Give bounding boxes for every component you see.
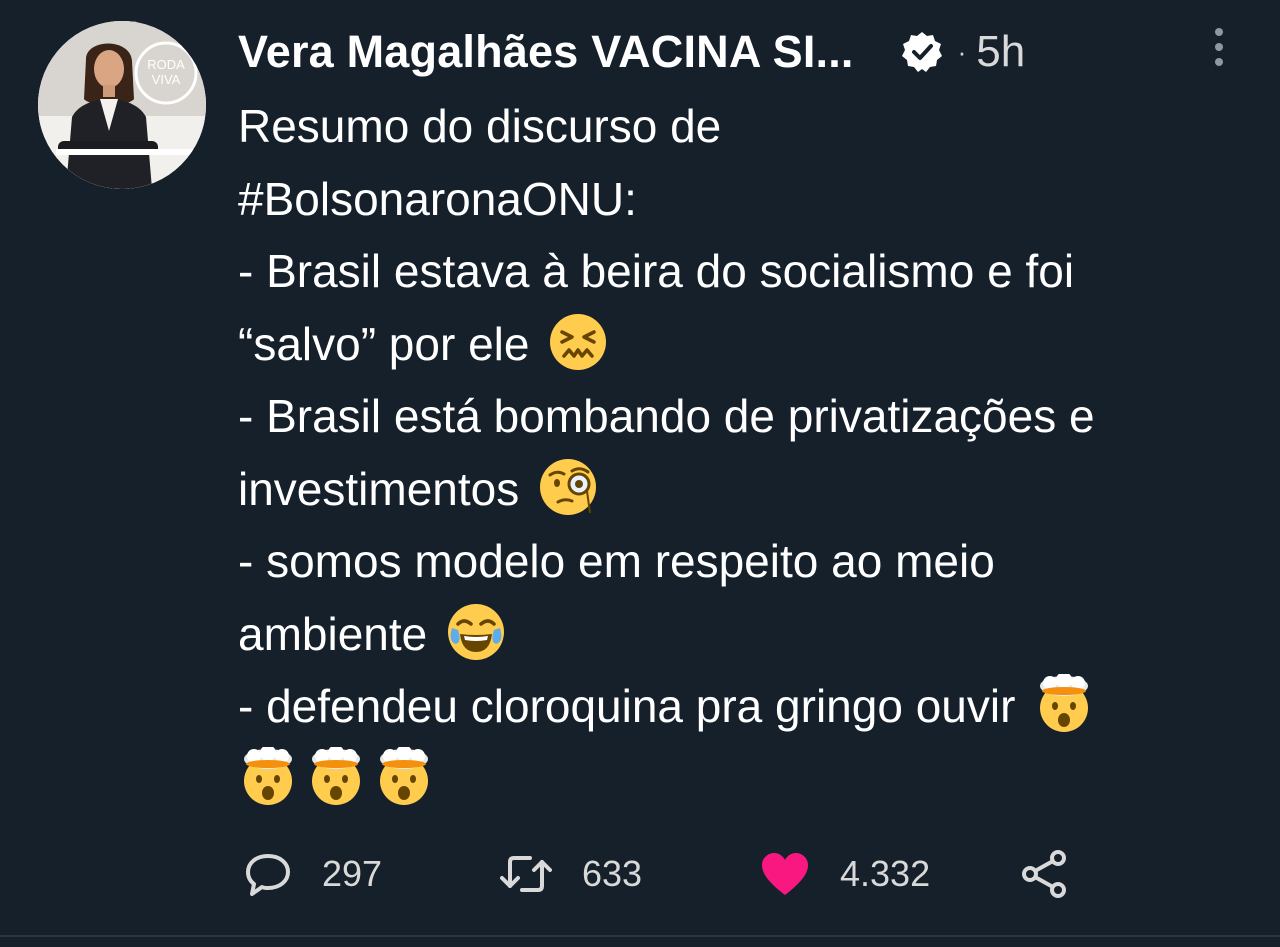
avatar-badge-text-2: VIVA — [152, 72, 181, 87]
author-display-name[interactable]: Vera Magalhães VACINA SI... — [238, 26, 854, 78]
tweet-timestamp[interactable]: 5h — [976, 27, 1025, 77]
tweet-line-9: - defendeu cloroquina pra gringo ouvir — [238, 670, 1268, 743]
tweet-line-4: “salvo” por ele — [238, 308, 1268, 381]
hashtag-link[interactable]: #BolsonaronaONU — [238, 173, 624, 225]
face-with-tears-of-joy-icon — [446, 602, 506, 662]
tweet-line-8: ambiente — [238, 598, 1268, 671]
tweet-line-3: - Brasil estava à beira do socialismo e … — [238, 245, 1075, 297]
tweet-line-10 — [238, 743, 1268, 816]
exploding-head-icon — [374, 744, 434, 807]
tweet-line-6: investimentos — [238, 453, 1268, 526]
tweet-line-1: Resumo do discurso de — [238, 100, 722, 152]
retweet-button[interactable]: 633 — [500, 846, 642, 902]
exploding-head-icon — [1034, 672, 1094, 734]
confounded-face-icon — [548, 312, 608, 372]
tweet-actions: 297 633 4.332 — [0, 846, 1280, 902]
reply-count: 297 — [322, 853, 383, 894]
time-separator: · — [957, 36, 967, 67]
like-icon — [760, 851, 810, 897]
retweet-icon — [500, 850, 552, 898]
share-icon — [1018, 848, 1070, 900]
tweet-header: Vera Magalhães VACINA SI... · 5h — [238, 24, 1025, 80]
exploding-head-icon — [238, 744, 298, 807]
tweet-card[interactable]: RODA VIVA Vera Magalhães VACINA SI... · … — [0, 0, 1280, 947]
reply-button[interactable]: 297 — [244, 846, 382, 902]
avatar-badge-text-1: RODA — [147, 57, 185, 72]
exploding-head-icon — [306, 744, 366, 807]
tweet-line-8-text: ambiente — [238, 607, 428, 660]
tweet-text: Resumo do discurso de #BolsonaronaONU: -… — [238, 90, 1268, 815]
hashtag-suffix: : — [624, 172, 637, 225]
retweet-count: 633 — [582, 853, 643, 894]
tweet-line-4-text: “salvo” por ele — [238, 317, 530, 370]
reply-icon — [244, 850, 292, 898]
tweet-line-9-text: - defendeu cloroquina pra gringo ouvir — [238, 680, 1016, 732]
tweet-line-6-text: investimentos — [238, 462, 520, 515]
tweet-line-2: #BolsonaronaONU: — [238, 163, 1268, 236]
face-with-monocle-icon — [538, 457, 598, 517]
tweet-line-7: - somos modelo em respeito ao meio — [238, 535, 995, 587]
verified-badge-icon — [900, 30, 944, 74]
tweet-line-5: - Brasil está bombando de privatizações … — [238, 390, 1095, 442]
avatar[interactable]: RODA VIVA — [38, 21, 206, 189]
more-options-icon[interactable] — [1210, 26, 1228, 68]
share-button[interactable] — [1018, 846, 1070, 902]
divider — [0, 935, 1280, 937]
like-count: 4.332 — [840, 853, 931, 894]
like-button[interactable]: 4.332 — [760, 846, 930, 902]
